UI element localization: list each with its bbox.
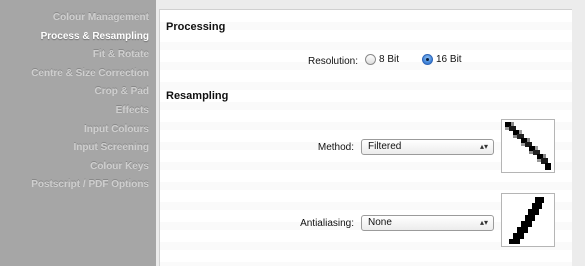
radio-8-bit-circle[interactable] (365, 54, 376, 65)
antialiasing-label: Antialiasing: (300, 218, 354, 229)
select-arrows-icon: ▴▾ (479, 218, 488, 227)
radio-16-bit[interactable]: 16 Bit (422, 54, 462, 65)
sidebar-item-fit-rotate[interactable]: Fit & Rotate (0, 46, 156, 65)
antialiasing-select-value: None (368, 217, 392, 228)
sidebar-item-colour-keys[interactable]: Colour Keys (0, 158, 156, 177)
sidebar-item-input-colours[interactable]: Input Colours (0, 121, 156, 140)
antialiasing-select[interactable]: None ▴▾ (361, 215, 494, 231)
antialiasing-preview-image (501, 193, 555, 247)
sidebar-item-postscript-pdf-options[interactable]: Postscript / PDF Options (0, 176, 156, 195)
processing-section-title: Processing (166, 21, 226, 33)
sidebar-item-crop-pad[interactable]: Crop & Pad (0, 83, 156, 102)
radio-8-bit[interactable]: 8 Bit (365, 54, 399, 65)
method-preview-image (501, 119, 555, 173)
sidebar-item-centre-size-correction[interactable]: Centre & Size Correction (0, 65, 156, 84)
sidebar: Colour Management Process & Resampling F… (0, 0, 156, 266)
resampling-section-title: Resampling (166, 90, 229, 102)
sidebar-item-process-resampling[interactable]: Process & Resampling (0, 28, 156, 47)
filtered-diagonal-icon (505, 122, 551, 170)
radio-8-bit-label: 8 Bit (379, 54, 400, 65)
settings-pane: Processing Resolution: 8 Bit 16 Bit Resa… (159, 9, 572, 266)
aliased-diagonal-icon (509, 197, 544, 244)
select-arrows-icon: ▴▾ (479, 142, 488, 151)
sidebar-item-effects[interactable]: Effects (0, 102, 156, 121)
method-label: Method: (317, 142, 354, 153)
radio-16-bit-label: 16 Bit (436, 54, 462, 65)
radio-16-bit-circle[interactable] (422, 54, 433, 65)
method-select-value: Filtered (368, 141, 402, 152)
sidebar-item-colour-management[interactable]: Colour Management (0, 9, 156, 28)
sidebar-item-input-screening[interactable]: Input Screening (0, 139, 156, 158)
method-select[interactable]: Filtered ▴▾ (361, 139, 494, 155)
resolution-label: Resolution: (307, 56, 358, 67)
